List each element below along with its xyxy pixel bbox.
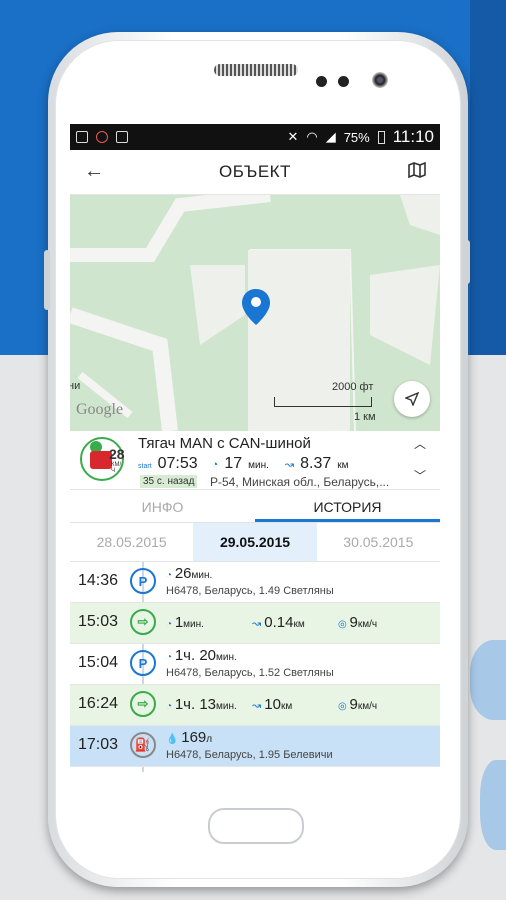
- my-location-button[interactable]: [394, 381, 430, 417]
- page-title: ОБЪЕКТ: [219, 162, 291, 181]
- event-time: 15:03: [78, 613, 119, 630]
- distance-value: 8.37: [300, 455, 332, 472]
- tab-info[interactable]: ИНФО: [70, 490, 255, 522]
- event-address: Н6478, Беларусь, 1.95 Белевичи: [166, 749, 333, 761]
- earpiece-speaker: [214, 64, 298, 76]
- object-summary: start 07:53 ◔ 17 мин. ↝ 8.37 км: [138, 455, 349, 473]
- speed-indicator: 28 КМ/Ч: [80, 437, 125, 481]
- background-lake: [480, 760, 506, 850]
- battery-icon: [377, 130, 385, 144]
- scale-bar: [274, 397, 372, 407]
- background-lake: [470, 640, 506, 720]
- event-time: 14:36: [78, 572, 119, 589]
- clock-icon: ◔: [211, 459, 219, 471]
- history-row-parking[interactable]: 15:04 P ◔ 1ч. 20мин. Н6478, Беларусь, 1.…: [70, 644, 440, 685]
- duration-value: 17: [224, 455, 243, 472]
- sensor-icon: [316, 76, 327, 87]
- event-time: 17:03: [78, 736, 119, 753]
- object-name: Тягач MAN с CAN-шиной: [138, 435, 311, 452]
- trip-duration: ◔ 1ч. 13мин.: [166, 696, 237, 713]
- navigation-arrow-icon: [405, 392, 419, 406]
- sensor-icon: [338, 76, 349, 87]
- chevron-up-icon[interactable]: ︿: [414, 435, 426, 452]
- front-camera: [372, 72, 388, 88]
- speed-unit: КМ/Ч: [111, 462, 122, 474]
- date-next[interactable]: 30.05.2015: [317, 523, 440, 561]
- event-time: 15:04: [78, 654, 119, 671]
- chevron-down-icon[interactable]: ﹀: [414, 467, 426, 484]
- fuel-amount: 💧 169л: [166, 729, 213, 746]
- object-address: Р-54, Минская обл., Беларусь,...: [210, 475, 390, 489]
- location-pin-icon[interactable]: [242, 289, 270, 325]
- map-view[interactable]: ни 2000 фт 1 км Google: [70, 195, 440, 431]
- history-row-trip[interactable]: 15:03 ⇨ ◔ 1мин. ↝ 0.14км ◎ 9км/ч: [70, 603, 440, 644]
- scale-km: 1 км: [354, 411, 376, 423]
- start-label: start: [138, 463, 152, 470]
- duration-unit: мин.: [248, 460, 269, 471]
- date-previous[interactable]: 28.05.2015: [70, 523, 193, 561]
- tab-bar: ИНФО ИСТОРИЯ: [70, 490, 440, 523]
- date-selector: 28.05.2015 29.05.2015 30.05.2015: [70, 523, 440, 562]
- history-row-trip[interactable]: 16:24 ⇨ ◔ 1ч. 13мин. ↝ 10км ◎ 9км/ч: [70, 685, 440, 726]
- map-icon[interactable]: [408, 162, 426, 178]
- history-list: 14:36 P ◔ 26мин. Н6478, Беларусь, 1.49 С…: [70, 562, 440, 772]
- app-bar: ← ОБЪЕКТ: [70, 150, 440, 195]
- background-shadow: [470, 0, 506, 355]
- trip-speed: ◎ 9км/ч: [338, 614, 378, 631]
- volume-button: [44, 250, 50, 310]
- status-bar: ✕ ◠ ◢ 75% 11:10: [70, 124, 440, 150]
- history-row-parking[interactable]: 14:36 P ◔ 26мин. Н6478, Беларусь, 1.49 С…: [70, 562, 440, 603]
- camera-icon: [116, 131, 128, 143]
- distance-unit: км: [337, 460, 349, 471]
- app-screen: ✕ ◠ ◢ 75% 11:10 ← ОБЪЕКТ ни 2000 фт 1 км…: [70, 124, 440, 774]
- mute-icon: ✕: [287, 129, 299, 144]
- parking-icon: P: [130, 568, 156, 594]
- scale-feet: 2000 фт: [332, 381, 374, 393]
- clock-icon: ◔: [166, 570, 175, 581]
- power-button: [464, 240, 470, 284]
- event-address: Н6478, Беларусь, 1.52 Светляны: [166, 667, 334, 679]
- date-current[interactable]: 29.05.2015: [193, 523, 317, 561]
- back-arrow-icon[interactable]: ←: [84, 160, 104, 183]
- speed-value: 28: [109, 446, 125, 462]
- tab-history[interactable]: ИСТОРИЯ: [255, 490, 440, 522]
- trip-distance: ↝ 10км: [252, 696, 293, 713]
- battery-percent: 75%: [343, 129, 370, 145]
- trip-icon: ⇨: [130, 691, 156, 717]
- last-update-badge: 35 с. назад: [140, 475, 198, 488]
- trip-speed: ◎ 9км/ч: [338, 696, 378, 713]
- parking-duration: ◔ 1ч. 20мин.: [166, 647, 237, 664]
- home-button[interactable]: [208, 808, 304, 844]
- gallery-icon: [76, 131, 88, 143]
- map-label: ни: [70, 380, 81, 392]
- fuel-icon: ⛽: [130, 732, 156, 758]
- distance-icon: ↝: [284, 459, 295, 471]
- parking-duration: ◔ 26мин.: [166, 565, 213, 582]
- start-time: 07:53: [157, 455, 198, 472]
- event-time: 16:24: [78, 695, 119, 712]
- google-logo: Google: [76, 401, 124, 418]
- signal-icon: ◢: [325, 129, 336, 144]
- clock: 11:10: [392, 127, 434, 146]
- history-row-fuel[interactable]: 17:03 ⛽ 💧 169л Н6478, Беларусь, 1.95 Бел…: [70, 726, 440, 767]
- event-address: Н6478, Беларусь, 1.49 Светляны: [166, 585, 334, 597]
- wifi-icon: ◠: [306, 129, 318, 144]
- trip-icon: ⇨: [130, 609, 156, 635]
- parking-icon: P: [130, 650, 156, 676]
- sync-icon: [96, 131, 108, 143]
- trip-distance: ↝ 0.14км: [252, 614, 305, 631]
- object-card[interactable]: 28 КМ/Ч Тягач MAN с CAN-шиной start 07:5…: [70, 431, 440, 490]
- trip-duration: ◔ 1мин.: [166, 614, 204, 631]
